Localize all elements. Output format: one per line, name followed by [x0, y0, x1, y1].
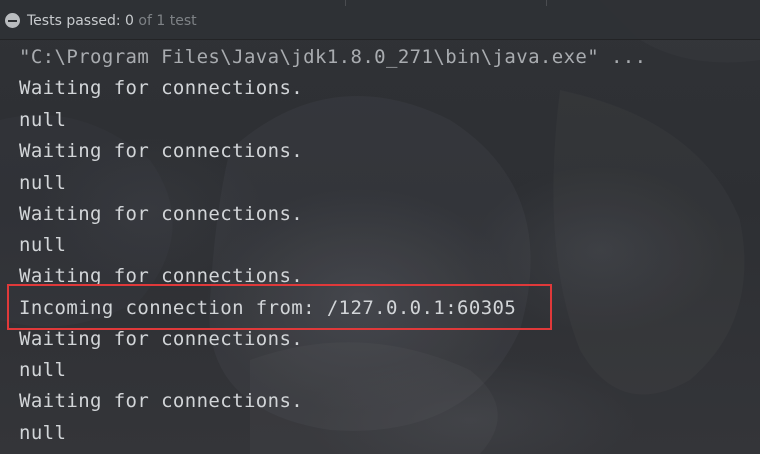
console-line-command: "C:\Program Files\Java\jdk1.8.0_271\bin\… — [19, 46, 647, 68]
test-passed-count: 0 — [125, 13, 134, 29]
test-status-text: Tests passed: 0 of 1 test — [27, 11, 197, 31]
console-line: Waiting for connections. — [19, 203, 304, 225]
test-status-label: Tests passed: — [27, 13, 126, 29]
console-line: Waiting for connections. — [19, 328, 304, 350]
test-status-icon — [5, 13, 20, 28]
console-line: null — [19, 172, 67, 194]
toolbar-divider — [345, 0, 346, 6]
run-tool-window: Tests passed: 0 of 1 test "C:\Program Fi… — [0, 0, 760, 454]
test-results-toolbar: Tests passed: 0 of 1 test — [0, 0, 760, 40]
console-line: null — [19, 359, 67, 381]
console-line-incoming-connection: Incoming connection from: /127.0.0.1:603… — [19, 297, 517, 319]
console-line: null — [19, 422, 67, 444]
test-total-text: of 1 test — [133, 13, 197, 29]
console-line: Waiting for connections. — [19, 140, 304, 162]
toolbar-divider — [546, 0, 547, 6]
console-output[interactable]: "C:\Program Files\Java\jdk1.8.0_271\bin\… — [0, 40, 760, 454]
console-line: Waiting for connections. — [19, 77, 304, 99]
console-line: null — [19, 234, 67, 256]
console-line: Waiting for connections. — [19, 390, 304, 412]
console-line: Waiting for connections. — [19, 265, 304, 287]
console-line: null — [19, 109, 67, 131]
